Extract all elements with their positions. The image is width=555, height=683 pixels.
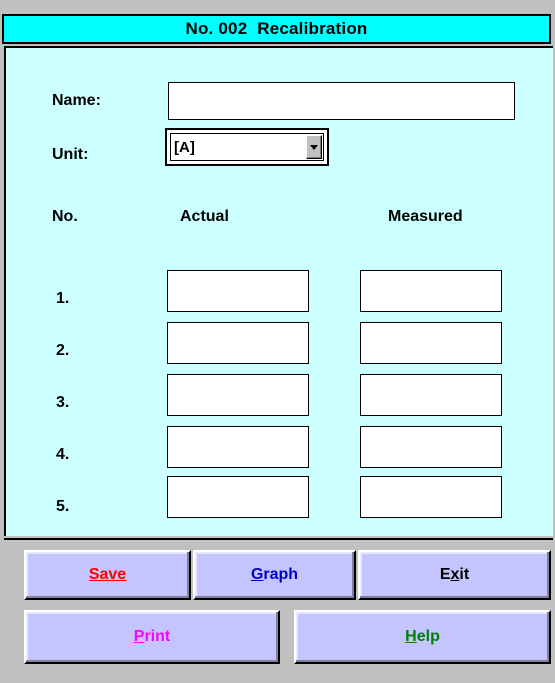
row-number-1: 1. <box>56 290 70 307</box>
save-mnemonic: S <box>88 566 100 583</box>
actual-field-4[interactable] <box>167 426 309 468</box>
row-number-3: 3. <box>56 394 70 411</box>
actual-field-3[interactable] <box>167 374 309 416</box>
row-number-2: 2. <box>56 342 70 359</box>
help-label-rest: elp <box>416 628 440 645</box>
print-label-rest: rint <box>144 628 171 645</box>
column-header-measured: Measured <box>388 208 463 225</box>
unit-select-box[interactable]: [A] <box>170 133 324 161</box>
print-button[interactable]: Print <box>24 610 280 664</box>
graph-label-rest: raph <box>263 566 299 583</box>
unit-select[interactable]: [A] <box>165 128 329 166</box>
column-header-actual: Actual <box>180 208 229 225</box>
measured-field-4[interactable] <box>360 426 502 468</box>
exit-label-pre: E <box>439 566 451 583</box>
name-label: Name: <box>52 92 101 109</box>
row-number-5: 5. <box>56 498 70 515</box>
form-panel: Name: Unit: [A] No. Actual Measured 1. 2… <box>4 46 553 536</box>
actual-field-1[interactable] <box>167 270 309 312</box>
measured-field-5[interactable] <box>360 476 502 518</box>
recalibration-window: No. 002 Recalibration Name: Unit: [A] No… <box>0 0 555 683</box>
column-header-no: No. <box>52 208 78 225</box>
actual-field-5[interactable] <box>167 476 309 518</box>
title-bar: No. 002 Recalibration <box>2 14 551 44</box>
unit-select-value: [A] <box>174 139 195 156</box>
actual-field-2[interactable] <box>167 322 309 364</box>
button-bar: Save Graph Exit Print Help <box>4 538 553 683</box>
save-button[interactable]: Save <box>24 550 191 600</box>
help-button[interactable]: Help <box>294 610 551 664</box>
window-title: No. 002 Recalibration <box>185 19 368 38</box>
chevron-down-icon[interactable] <box>306 135 322 159</box>
save-label-rest: ave <box>99 566 127 583</box>
row-number-4: 4. <box>56 446 70 463</box>
name-field[interactable] <box>168 82 515 120</box>
help-mnemonic: H <box>405 628 417 645</box>
exit-label-rest: it <box>459 566 470 583</box>
graph-mnemonic: G <box>250 566 264 583</box>
print-mnemonic: P <box>133 628 145 645</box>
measured-field-3[interactable] <box>360 374 502 416</box>
measured-field-2[interactable] <box>360 322 502 364</box>
unit-label: Unit: <box>52 146 89 163</box>
measured-field-1[interactable] <box>360 270 502 312</box>
graph-button[interactable]: Graph <box>193 550 356 600</box>
exit-button[interactable]: Exit <box>358 550 551 600</box>
